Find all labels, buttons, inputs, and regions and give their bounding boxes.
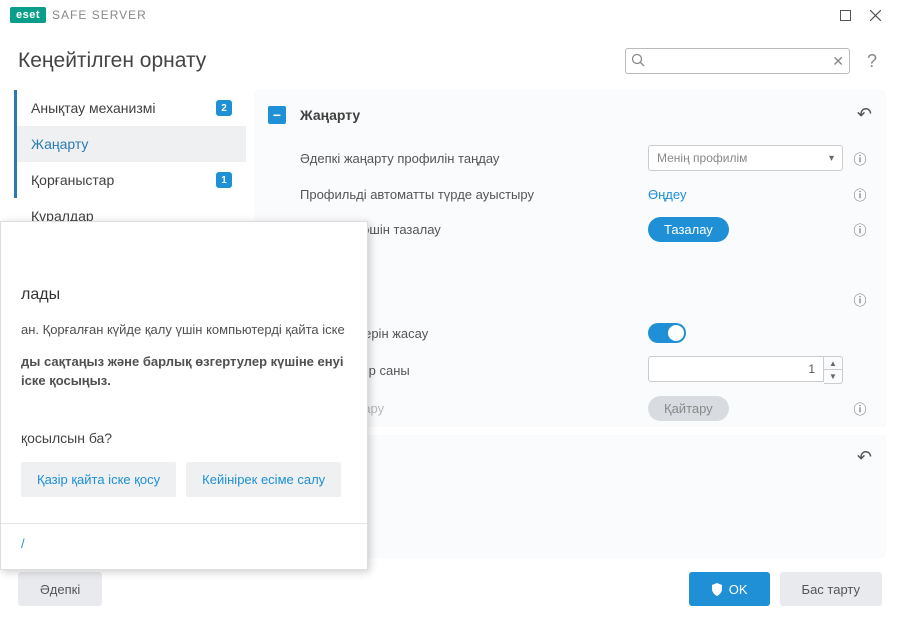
remind-later-button[interactable]: Кейінірек есіме салу — [186, 462, 341, 497]
page-title: Кеңейтілген орнату — [18, 49, 206, 73]
sidebar-badge: 2 — [216, 100, 232, 116]
logo-text: SAFE SERVER — [52, 8, 147, 22]
search-box[interactable]: ✕ — [625, 48, 850, 74]
ok-button-label: OK — [729, 582, 748, 597]
info-icon[interactable]: ⓘ — [848, 220, 872, 239]
dialog-question: қосылсын ба? — [21, 430, 347, 446]
sidebar-badge: 1 — [216, 172, 232, 188]
dialog-footer-link[interactable]: / — [1, 523, 367, 551]
help-button[interactable]: ? — [862, 51, 882, 72]
default-button[interactable]: Әдепкі — [18, 572, 102, 606]
chevron-down-icon: ▾ — [829, 153, 834, 164]
sidebar-item-label: Анықтау механизмі — [31, 100, 210, 116]
app-logo: eset SAFE SERVER — [10, 7, 147, 23]
search-input[interactable] — [625, 48, 850, 74]
spinner-down-icon[interactable]: ▼ — [824, 370, 842, 383]
ok-button[interactable]: OK — [689, 572, 770, 606]
undo-icon[interactable]: ↶ — [857, 104, 872, 125]
undo-icon[interactable]: ↶ — [857, 447, 872, 468]
restart-now-button[interactable]: Қазір қайта іске қосу — [21, 462, 176, 497]
spinner-input[interactable] — [648, 356, 824, 382]
sidebar-item-detection-engine[interactable]: Анықтау механизмі 2 — [14, 90, 246, 126]
search-icon — [631, 53, 645, 72]
section-header: − Жаңарту ↶ — [254, 90, 886, 139]
section-title: Жаңарту — [300, 107, 360, 123]
dialog-title: лады — [21, 286, 347, 304]
logo-badge: eset — [10, 7, 46, 23]
sidebar-item-update[interactable]: Жаңарту — [14, 126, 246, 162]
maximize-icon — [840, 10, 851, 21]
shield-icon — [711, 583, 723, 596]
setting-label: Әдепкі жаңарту профилін таңдау — [300, 151, 648, 166]
revert-button: Қайтару — [648, 396, 729, 421]
restart-prompt-dialog: лады ан. Қорғалған күйде қалу үшін компь… — [0, 221, 368, 570]
dialog-body-1: ан. Қорғалған күйде қалу үшін компьютерд… — [21, 320, 347, 340]
info-icon[interactable]: ⓘ — [848, 399, 872, 418]
clear-cache-button[interactable]: Тазалау — [648, 217, 729, 242]
profile-select[interactable]: Менің профилім ▾ — [648, 145, 843, 171]
setting-row-default-profile: Әдепкі жаңарту профилін таңдау Менің про… — [254, 139, 886, 177]
info-icon[interactable]: ⓘ — [848, 149, 872, 168]
info-icon[interactable]: ⓘ — [848, 185, 872, 204]
close-icon — [870, 10, 881, 21]
toggle-knob — [668, 325, 684, 341]
setting-row-profile-switch: Профильді автоматты түрде ауыстыру Өңдеу… — [254, 177, 886, 211]
sidebar-item-protections[interactable]: Қорғаныстар 1 — [14, 162, 246, 198]
sidebar-item-label: Қорғаныстар — [31, 172, 210, 188]
sidebar-item-label: Жаңарту — [31, 136, 232, 152]
search-clear-icon[interactable]: ✕ — [832, 53, 844, 70]
spinner-up-icon[interactable]: ▲ — [824, 357, 842, 370]
info-icon[interactable]: ⓘ — [848, 290, 872, 309]
edit-link[interactable]: Өңдеу — [648, 187, 686, 202]
cancel-button[interactable]: Бас тарту — [780, 572, 882, 606]
dialog-body-2: ды сақтаңыз және барлық өзгертулер күшін… — [21, 354, 343, 389]
collapse-icon[interactable]: − — [268, 106, 286, 124]
snapshot-count-spinner[interactable]: ▲ ▼ — [648, 356, 843, 384]
select-value: Менің профилім — [657, 151, 747, 165]
window-close-button[interactable] — [860, 0, 890, 30]
setting-label: Профильді автоматты түрде ауыстыру — [300, 187, 648, 202]
window-maximize-button[interactable] — [830, 0, 860, 30]
snapshot-toggle[interactable] — [648, 323, 686, 343]
